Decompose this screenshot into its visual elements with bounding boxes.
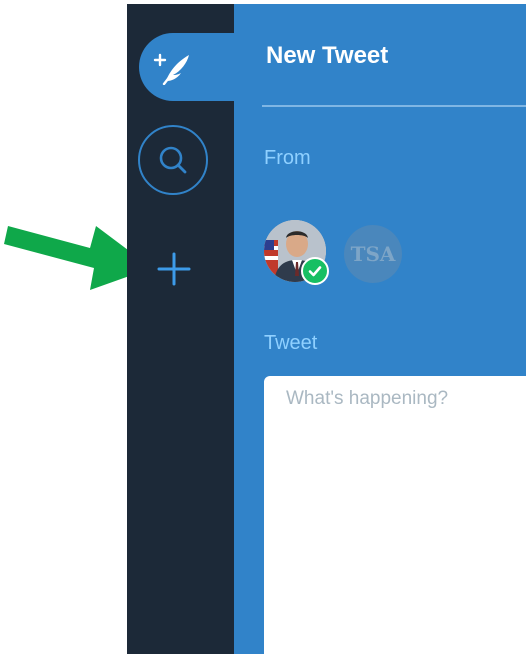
add-column-button[interactable] [150, 245, 198, 293]
account-avatar-selected[interactable] [264, 220, 329, 285]
tweet-input[interactable] [264, 376, 526, 654]
verified-badge [301, 257, 329, 285]
new-tweet-panel: New Tweet From TSA Tweet What's happenin… [234, 4, 526, 654]
search-icon [159, 146, 187, 174]
compose-tweet-button[interactable] [139, 33, 239, 101]
tweet-label: Tweet [264, 332, 318, 354]
plus-icon [157, 252, 191, 286]
checkmark-icon [308, 266, 322, 277]
account-avatar-tsa[interactable]: TSA [344, 225, 402, 283]
divider [262, 105, 526, 107]
tweetdeck-screenshot: New Tweet From TSA Tweet What's happenin… [0, 0, 526, 658]
search-button[interactable] [138, 125, 208, 195]
feather-plus-icon [139, 33, 207, 101]
from-label: From [264, 147, 311, 169]
panel-title: New Tweet [266, 42, 389, 69]
left-sidebar [127, 4, 234, 654]
